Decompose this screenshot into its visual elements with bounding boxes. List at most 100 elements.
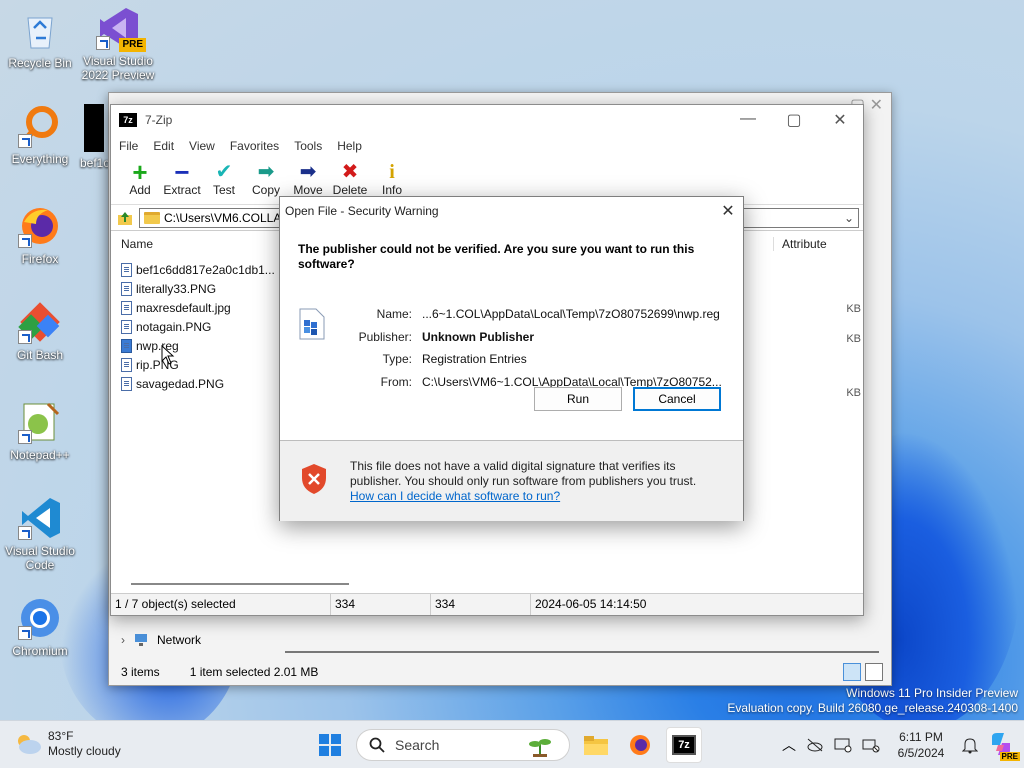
taskbar-firefox[interactable] (622, 727, 658, 763)
nav-item-network[interactable]: › Network (121, 633, 201, 647)
chevron-down-icon[interactable]: ⌄ (844, 211, 854, 225)
minimize-button[interactable]: — (725, 110, 771, 130)
file-thumbnail-icon (84, 104, 104, 152)
size-unit: KB (846, 303, 861, 315)
extract-button[interactable]: − Extract (161, 159, 203, 197)
7zip-titlebar[interactable]: 7z 7-Zip — ▢ ✕ (111, 105, 863, 135)
help-link[interactable]: How can I decide what software to run? (350, 489, 560, 503)
registry-file-icon (121, 339, 132, 353)
run-button[interactable]: Run (534, 387, 622, 411)
file-icon (121, 320, 132, 334)
notification-bell-icon[interactable] (962, 736, 978, 754)
file-icon (121, 282, 132, 296)
magnifier-icon (18, 104, 62, 148)
menu-tools[interactable]: Tools (294, 139, 322, 153)
file-icon (121, 377, 132, 391)
7zip-app-icon: 7z (119, 113, 137, 127)
weather-widget[interactable]: 83°F Mostly cloudy (14, 729, 121, 759)
delete-button[interactable]: ✖ Delete (329, 161, 371, 197)
folder-up-icon[interactable] (117, 210, 133, 226)
desktop-icon-visual-studio[interactable]: PRE Visual Studio 2022 Preview (78, 6, 158, 82)
tiles-view-button[interactable] (865, 663, 883, 681)
desktop-icon-recycle-bin[interactable]: Recycle Bin (0, 8, 80, 70)
file-icon (121, 263, 132, 277)
copilot-button[interactable]: PRE (988, 731, 1020, 761)
desktop-icon-firefox[interactable]: Firefox (0, 204, 80, 266)
taskbar: 83°F Mostly cloudy Search 7z ︿ 6:11 PM 6… (0, 720, 1024, 768)
shortcut-arrow-icon (18, 526, 32, 540)
move-button[interactable]: ➡ Move (287, 161, 329, 197)
add-button[interactable]: + Add (119, 157, 161, 197)
list-item[interactable]: savagedad.PNG (121, 377, 224, 391)
info-button[interactable]: i Info (371, 161, 413, 197)
menu-favorites[interactable]: Favorites (230, 139, 279, 153)
firefox-icon (18, 204, 62, 248)
desktop-icon-everything[interactable]: Everything (0, 104, 80, 166)
menu-bar: File Edit View Favorites Tools Help (111, 135, 863, 157)
name-row: Name: ...6~1.COL\AppData\Local\Temp\7zO8… (340, 307, 720, 321)
plus-icon: + (132, 157, 148, 187)
search-placeholder: Search (395, 737, 440, 753)
chevron-up-icon[interactable]: ︿ (782, 735, 796, 755)
search-box[interactable]: Search (356, 729, 570, 761)
close-button[interactable]: ✕ (713, 201, 743, 221)
maximize-button[interactable]: ▢ (771, 110, 817, 130)
window-controls: — ▢ ✕ (725, 110, 863, 130)
desktop-icon-vscode[interactable]: Visual Studio Code (0, 496, 80, 572)
search-highlight-plant-icon (529, 739, 551, 757)
shortcut-arrow-icon (18, 626, 32, 640)
taskbar-file-explorer[interactable] (578, 727, 614, 763)
column-header-name[interactable]: Name (121, 237, 153, 251)
desktop-icon-git-bash[interactable]: Git Bash (0, 300, 80, 362)
desktop-icon-notepad-plus-plus[interactable]: Notepad++ (0, 400, 80, 462)
clock[interactable]: 6:11 PM 6/5/2024 (890, 729, 952, 761)
date: 6/5/2024 (897, 746, 945, 760)
list-item[interactable]: notagain.PNG (121, 320, 211, 334)
column-header-attribute[interactable]: Attribute (773, 237, 863, 251)
os-watermark-line1: Windows 11 Pro Insider Preview (846, 686, 1018, 700)
warning-section: This file does not have a valid digital … (280, 441, 743, 521)
dialog-question: The publisher could not be verified. Are… (298, 242, 695, 271)
name-value: ...6~1.COL\AppData\Local\Temp\7zO8075269… (422, 307, 720, 321)
cancel-button[interactable]: Cancel (633, 387, 721, 411)
type-label: Type: (382, 352, 412, 366)
menu-edit[interactable]: Edit (153, 139, 174, 153)
menu-file[interactable]: File (119, 139, 138, 153)
publisher-row: Publisher: Unknown Publisher (340, 330, 534, 344)
folder-icon (144, 211, 160, 224)
list-item[interactable]: literally33.PNG (121, 282, 216, 296)
list-item[interactable]: maxresdefault.jpg (121, 301, 231, 315)
size-unit: KB (846, 387, 861, 399)
explorer-status-bar: 3 items 1 item selected 2.01 MB (121, 665, 318, 679)
monitor-settings-icon[interactable] (834, 737, 852, 753)
firefox-icon (630, 735, 650, 755)
temperature: 83°F (48, 729, 74, 743)
item-count: 3 items (121, 665, 160, 679)
start-button[interactable] (312, 727, 348, 763)
dialog-titlebar[interactable]: Open File - Security Warning ✕ (280, 197, 743, 224)
copy-button[interactable]: ➡ Copy (245, 161, 287, 197)
desktop-icon-chromium[interactable]: Chromium (0, 596, 80, 658)
security-warning-dialog[interactable]: Open File - Security Warning ✕ The publi… (279, 196, 744, 521)
menu-help[interactable]: Help (337, 139, 362, 153)
status-modified: 2024-06-05 14:14:50 (535, 597, 647, 611)
explorer-hscrollbar[interactable] (285, 651, 879, 653)
test-button[interactable]: ✔ Test (203, 161, 245, 197)
folder-icon (584, 736, 608, 755)
chevron-right-icon[interactable]: › (121, 633, 125, 647)
status-packed-size: 334 (431, 594, 531, 615)
horizontal-scrollbar[interactable] (131, 583, 349, 585)
menu-view[interactable]: View (189, 139, 215, 153)
onedrive-off-icon[interactable] (806, 737, 824, 753)
publisher-label: Publisher: (358, 330, 412, 344)
close-button[interactable]: ✕ (817, 110, 863, 130)
dialog-title: Open File - Security Warning (285, 203, 439, 218)
type-value: Registration Entries (422, 352, 527, 366)
taskbar-7zip[interactable]: 7z (666, 727, 702, 763)
network-disconnected-icon[interactable] (862, 737, 880, 753)
7zip-app-icon: 7z (672, 735, 696, 755)
status-selection: 1 / 7 object(s) selected (111, 594, 331, 615)
details-view-button[interactable] (843, 663, 861, 681)
arrow-right-icon: ➡ (299, 161, 317, 183)
list-item[interactable]: bef1c6dd817e2a0c1db1... (121, 263, 275, 277)
